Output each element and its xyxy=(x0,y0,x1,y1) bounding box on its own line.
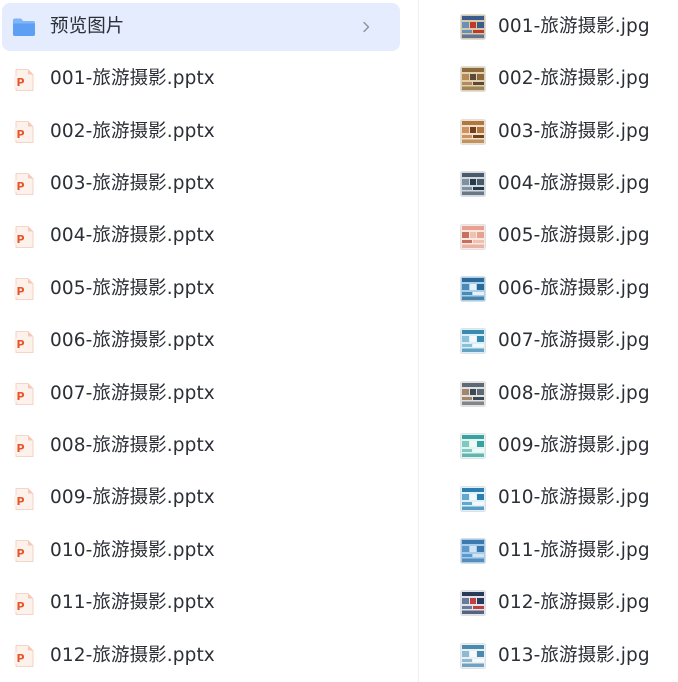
file-name: 007-旅游摄影.jpg xyxy=(498,330,650,352)
svg-text:P: P xyxy=(16,600,24,613)
pptx-icon: P xyxy=(14,592,34,615)
file-name: 011-旅游摄影.pptx xyxy=(50,592,215,614)
list-item[interactable]: 001-旅游摄影.jpg xyxy=(419,3,678,51)
image-thumbnail-icon xyxy=(460,590,486,617)
folder-item-preview-images[interactable]: 预览图片 xyxy=(2,3,400,51)
file-name: 010-旅游摄影.pptx xyxy=(50,539,215,561)
list-item[interactable]: P 004-旅游摄影.pptx xyxy=(2,213,400,261)
image-thumbnail-icon xyxy=(460,171,486,198)
svg-text:P: P xyxy=(16,285,24,298)
list-item[interactable]: P 009-旅游摄影.pptx xyxy=(2,475,400,523)
chevron-right-icon xyxy=(363,21,370,33)
file-name: 012-旅游摄影.pptx xyxy=(50,644,215,666)
file-name: 009-旅游摄影.jpg xyxy=(498,434,650,456)
folder-list-pane: 预览图片 P 001-旅游摄影.pptx P 002-旅游摄影.pptx P 003-旅游… xyxy=(0,0,418,682)
file-name: 002-旅游摄影.jpg xyxy=(498,68,650,90)
pptx-icon: P xyxy=(14,644,34,667)
image-thumbnail-icon xyxy=(460,118,486,145)
image-thumbnail-icon xyxy=(460,485,486,512)
pptx-icon: P xyxy=(14,278,34,300)
svg-text:P: P xyxy=(16,652,24,665)
file-name: 001-旅游摄影.pptx xyxy=(50,68,215,90)
svg-text:P: P xyxy=(16,76,24,89)
file-name: 008-旅游摄影.jpg xyxy=(498,382,650,404)
file-name: 005-旅游摄影.pptx xyxy=(50,277,215,299)
file-name: 001-旅游摄影.jpg xyxy=(498,15,650,37)
list-item[interactable]: P 001-旅游摄影.pptx xyxy=(2,56,400,104)
pptx-icon: P xyxy=(14,120,34,143)
list-item[interactable]: 008-旅游摄影.jpg xyxy=(419,370,678,418)
pptx-icon: P xyxy=(14,540,34,562)
svg-text:P: P xyxy=(16,547,24,560)
svg-text:P: P xyxy=(16,180,24,193)
list-item[interactable]: P 012-旅游摄影.pptx xyxy=(2,632,400,680)
file-name: 005-旅游摄影.jpg xyxy=(498,225,650,247)
pptx-icon: P xyxy=(14,330,34,353)
file-name: 003-旅游摄影.pptx xyxy=(50,173,215,195)
pptx-icon: P xyxy=(14,173,34,196)
svg-text:P: P xyxy=(16,128,24,141)
pptx-icon: P xyxy=(14,68,34,91)
list-item[interactable]: 006-旅游摄影.jpg xyxy=(419,265,678,313)
file-name: 009-旅游摄影.pptx xyxy=(50,487,215,509)
svg-text:P: P xyxy=(16,495,24,508)
file-name: 012-旅游摄影.jpg xyxy=(498,592,650,614)
image-thumbnail-icon xyxy=(460,328,486,355)
list-item[interactable]: 004-旅游摄影.jpg xyxy=(419,160,678,208)
list-item[interactable]: P 008-旅游摄影.pptx xyxy=(2,422,400,470)
pptx-icon: P xyxy=(14,225,34,248)
list-item[interactable]: 002-旅游摄影.jpg xyxy=(419,55,678,103)
file-name: 013-旅游摄影.jpg xyxy=(498,644,650,666)
list-item[interactable]: 003-旅游摄影.jpg xyxy=(419,108,678,156)
image-thumbnail-icon xyxy=(460,14,486,40)
image-thumbnail-icon xyxy=(460,433,486,460)
file-name: 008-旅游摄影.pptx xyxy=(50,435,215,457)
list-item[interactable]: 013-旅游摄影.jpg xyxy=(419,632,678,680)
file-name: 007-旅游摄影.pptx xyxy=(50,382,215,404)
folder-name: 预览图片 xyxy=(50,15,125,37)
list-item[interactable]: P 010-旅游摄影.pptx xyxy=(2,527,400,575)
file-name: 006-旅游摄影.jpg xyxy=(498,277,650,299)
image-thumbnail-icon xyxy=(460,642,486,669)
list-item[interactable]: P 011-旅游摄影.pptx xyxy=(2,580,400,628)
list-item[interactable]: 007-旅游摄影.jpg xyxy=(419,317,678,365)
file-name: 002-旅游摄影.pptx xyxy=(50,120,215,142)
file-preview-pane: 001-旅游摄影.jpg 002-旅游摄影.jpg 003-旅游摄影.jpg 004-… xyxy=(419,0,678,682)
file-name: 006-旅游摄影.pptx xyxy=(50,330,215,352)
svg-text:P: P xyxy=(16,390,24,403)
svg-text:P: P xyxy=(16,442,24,455)
file-name: 003-旅游摄影.jpg xyxy=(498,120,650,142)
file-name: 010-旅游摄影.jpg xyxy=(498,487,650,509)
list-item[interactable]: 005-旅游摄影.jpg xyxy=(419,213,678,261)
list-item[interactable]: 009-旅游摄影.jpg xyxy=(419,422,678,470)
folder-icon xyxy=(13,18,35,36)
image-thumbnail-icon xyxy=(460,66,486,93)
list-item[interactable]: P 006-旅游摄影.pptx xyxy=(2,318,400,366)
list-item[interactable]: P 005-旅游摄影.pptx xyxy=(2,265,400,313)
image-thumbnail-icon xyxy=(460,223,486,250)
list-item[interactable]: P 003-旅游摄影.pptx xyxy=(2,160,400,208)
file-name: 004-旅游摄影.pptx xyxy=(50,225,215,247)
list-item[interactable]: P 002-旅游摄影.pptx xyxy=(2,108,400,156)
list-item[interactable]: 012-旅游摄影.jpg xyxy=(419,579,678,627)
list-item[interactable]: 011-旅游摄影.jpg xyxy=(419,527,678,575)
file-name: 011-旅游摄影.jpg xyxy=(498,539,650,561)
svg-text:P: P xyxy=(16,338,24,351)
list-item[interactable]: 010-旅游摄影.jpg xyxy=(419,475,678,523)
pptx-icon: P xyxy=(14,435,34,458)
list-item[interactable]: P 007-旅游摄影.pptx xyxy=(2,370,400,418)
pptx-icon: P xyxy=(14,382,34,405)
svg-text:P: P xyxy=(16,233,24,246)
image-thumbnail-icon xyxy=(460,380,486,407)
image-thumbnail-icon xyxy=(460,276,486,302)
file-name: 004-旅游摄影.jpg xyxy=(498,172,650,194)
image-thumbnail-icon xyxy=(460,538,486,564)
pptx-icon: P xyxy=(14,487,34,510)
